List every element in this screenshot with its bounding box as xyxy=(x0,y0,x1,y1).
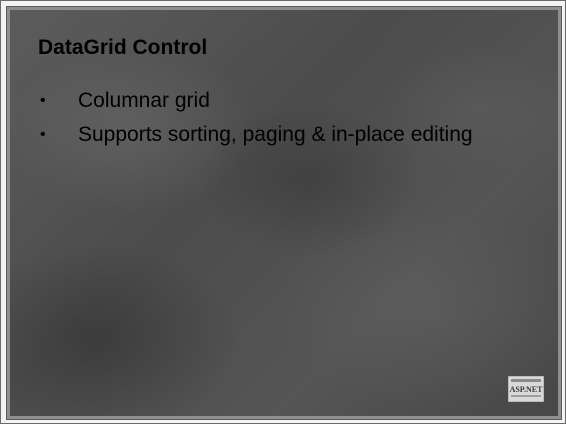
slide-title: DataGrid Control xyxy=(38,36,208,59)
bullet-icon: • xyxy=(40,92,46,109)
slide-frame: DataGrid Control • Columnar grid • Suppo… xyxy=(0,0,566,424)
bullet-text: Columnar grid xyxy=(78,89,210,112)
logo-text: ASP.NET xyxy=(510,385,543,394)
bullet-item: • Columnar grid xyxy=(38,88,508,114)
bullet-list: • Columnar grid • Supports sorting, pagi… xyxy=(38,88,508,156)
bullet-icon: • xyxy=(40,126,46,143)
aspnet-logo-icon: ASP.NET xyxy=(508,376,544,402)
slide: DataGrid Control • Columnar grid • Suppo… xyxy=(6,6,562,420)
bullet-item: • Supports sorting, paging & in-place ed… xyxy=(38,122,508,148)
bullet-text: Supports sorting, paging & in-place edit… xyxy=(78,123,473,146)
